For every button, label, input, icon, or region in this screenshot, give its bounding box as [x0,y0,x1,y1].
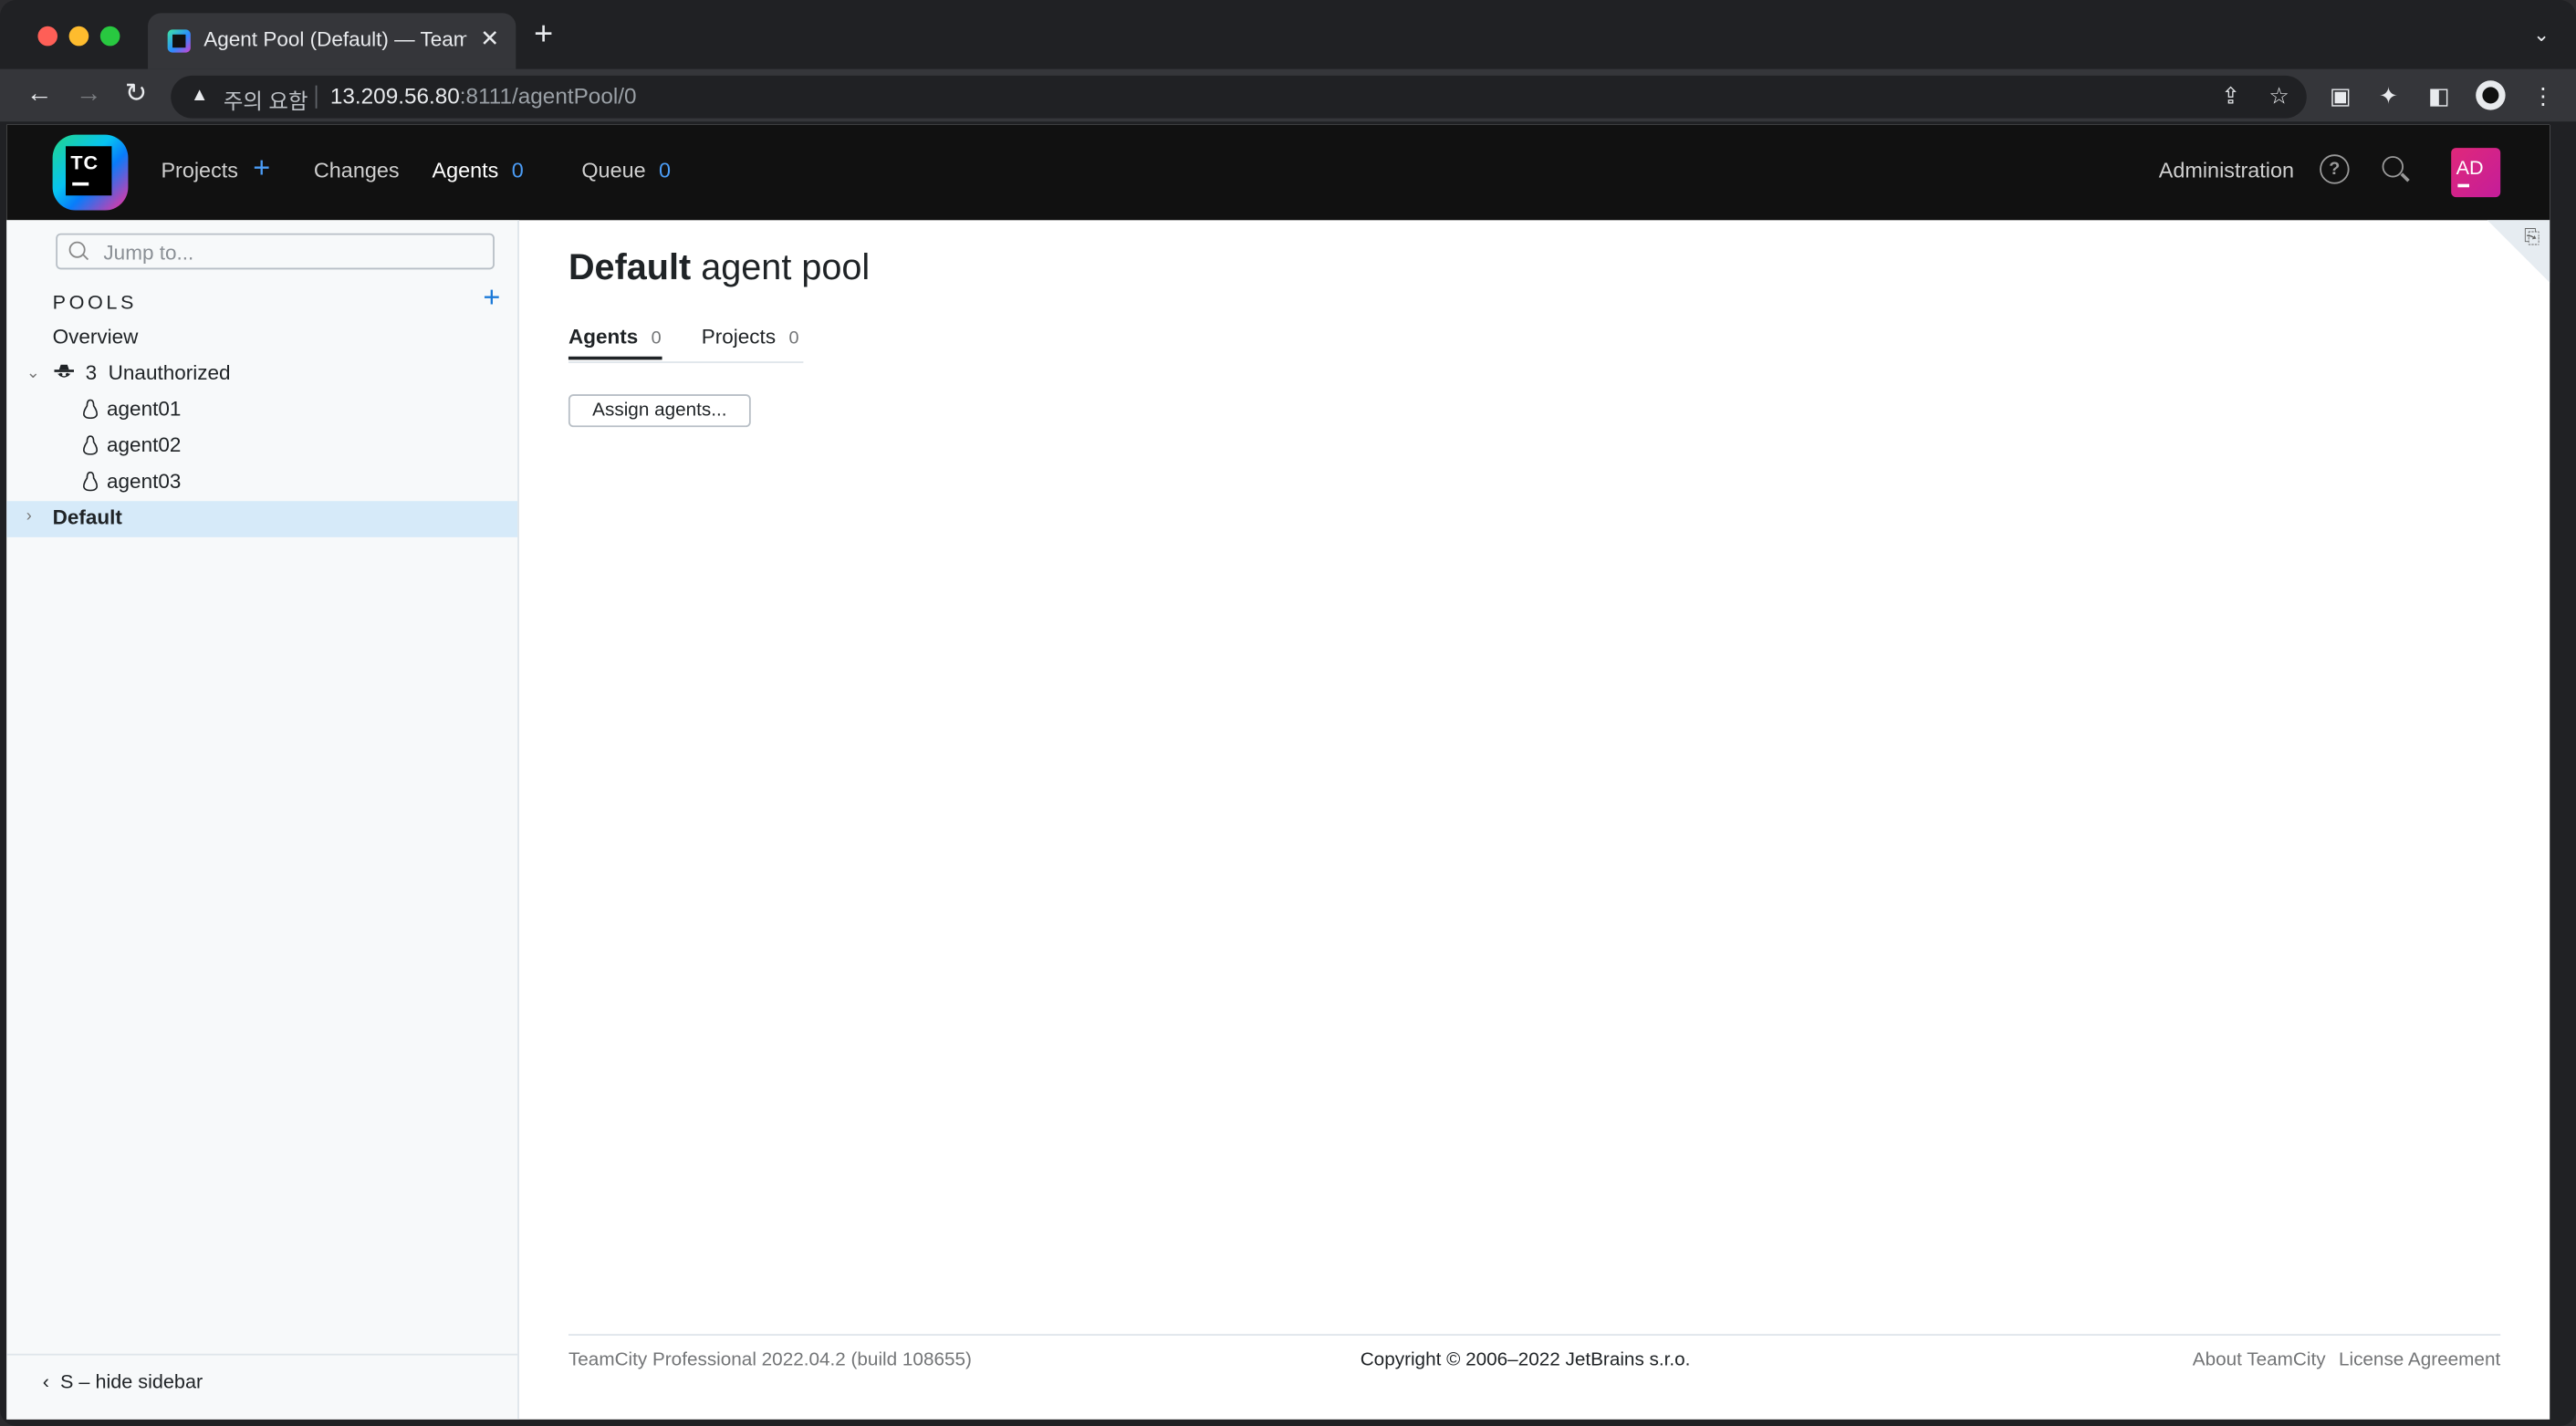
nav-agents-label: Agents [432,157,499,182]
search-icon[interactable] [2382,156,2404,178]
sidebar-item-agent03[interactable]: agent03 [107,470,181,493]
browser-tab[interactable]: Agent Pool (Default) — TeamCity ✕ [148,13,516,69]
browser-window: Agent Pool (Default) — TeamCity ✕ + ⌄ ← … [0,0,2576,1426]
puzzle-extensions-icon[interactable]: ✦ [2379,82,2398,109]
linux-icon [83,435,99,455]
active-tab-indicator [568,356,662,360]
chevron-right-icon[interactable]: › [26,507,32,526]
add-pool-icon[interactable]: + [483,281,500,316]
nav-changes[interactable]: Changes [314,158,400,182]
sidebar: POOLS + Overview ⌄ 3 Unauthorized agent0… [6,220,519,1420]
tab-agents-label: Agents [568,325,639,349]
terminal-link-icon[interactable]: ⎘ [2524,225,2539,250]
url-text[interactable]: 13.209.56.80:8111/agentPool/0 [330,84,637,109]
maximize-window-button[interactable] [99,26,120,47]
page-title: Default agent pool [568,246,870,289]
jump-to-field[interactable] [56,233,495,270]
warning-icon[interactable]: ▲ [191,86,209,106]
linux-icon [83,471,99,492]
chevron-down-icon[interactable]: ⌄ [26,365,40,383]
default-pool-label: Default [52,505,122,529]
nav-queue-label: Queue [581,157,646,182]
profile-avatar[interactable] [2476,80,2506,110]
tab-projects-count: 0 [788,328,799,349]
back-icon[interactable]: ← [26,78,53,111]
pools-heading: POOLS [52,290,138,314]
extension-icon[interactable]: ▣ [2330,82,2352,109]
forward-icon[interactable]: → [76,78,102,111]
nav-agents[interactable]: Agents 0 [433,158,524,182]
avatar-underscore [2457,183,2470,187]
url-host: 13.209.56.80 [329,83,460,109]
main-content: ⎘ Default agent pool Agents 0 Projects 0 A… [519,220,2550,1420]
close-window-button[interactable] [37,26,58,47]
pool-tabs: Agents 0 Projects 0 [568,326,804,363]
corner-fold [2487,220,2550,283]
hide-sidebar-label: S – hide sidebar [60,1369,203,1393]
tab-projects-label: Projects [701,325,777,349]
sidebar-footer: ‹ S – hide sidebar [6,1353,518,1420]
chevron-left-icon: ‹ [42,1369,50,1393]
footer-links: About TeamCity License Agreement [2179,1350,2500,1370]
browser-menu-icon[interactable]: ⋮ [2531,82,2554,109]
hide-sidebar-button[interactable]: ‹ S – hide sidebar [43,1370,203,1393]
app-header: TC Projects + Changes Agents 0 Queue 0 Adm… [6,124,2550,221]
tab-projects[interactable]: Projects 0 [702,326,799,349]
tab-agents[interactable]: Agents 0 [568,326,662,349]
page-title-rest: agent pool [701,246,871,288]
user-avatar[interactable]: AD [2451,148,2501,198]
share-icon[interactable]: ⇪ [2221,82,2240,110]
jump-to-input[interactable] [99,236,485,270]
bookmark-star-icon[interactable]: ☆ [2268,82,2289,110]
tab-search-icon[interactable]: ⌄ [2533,23,2550,46]
browser-toolbar: ← → ↻ ▲ 주의 요함 13.209.56.80:8111/agentPoo… [0,68,2576,122]
side-panel-icon[interactable]: ◧ [2428,82,2450,109]
security-warning[interactable]: 주의 요함 [224,84,308,115]
unauthorized-label: Unauthorized [108,361,231,385]
address-bar[interactable]: ▲ 주의 요함 13.209.56.80:8111/agentPool/0 ⇪ … [171,75,2307,119]
url-path: :8111/agentPool/0 [459,83,637,109]
logo-underscore [72,182,89,186]
tab-title: Agent Pool (Default) — TeamCity [203,27,467,51]
page-title-bold: Default [568,246,692,288]
copyright: Copyright © 2006–2022 JetBrains s.r.o. [1360,1350,1691,1370]
minimize-window-button[interactable] [68,26,89,47]
new-tab-button[interactable]: + [534,18,553,51]
nav-queue-count: 0 [659,157,672,182]
teamcity-app: TC Projects + Changes Agents 0 Queue 0 Adm… [6,124,2550,1420]
tab-strip: Agent Pool (Default) — TeamCity ✕ + ⌄ [0,0,2576,69]
nav-projects[interactable]: Projects + [161,151,270,184]
page-footer: TeamCity Professional 2022.04.2 (build 1… [568,1334,2500,1370]
search-icon [68,241,86,258]
sidebar-item-overview[interactable]: Overview [53,326,139,349]
assign-agents-button[interactable]: Assign agents... [568,394,751,428]
logo-mark: TC [66,146,112,196]
about-teamcity-link[interactable]: About TeamCity [2193,1350,2326,1370]
close-tab-icon[interactable]: ✕ [480,25,499,53]
unauthorized-agents-icon [54,364,75,378]
nav-queue[interactable]: Queue 0 [581,158,671,182]
linux-icon [83,399,99,420]
help-icon[interactable]: ? [2320,154,2350,184]
version-info: TeamCity Professional 2022.04.2 (build 1… [568,1350,972,1370]
nav-administration[interactable]: Administration [2159,158,2294,182]
reload-icon[interactable]: ↻ [125,78,147,111]
sidebar-item-agent02[interactable]: agent02 [107,433,181,456]
sidebar-item-unauthorized[interactable]: 3 Unauthorized [86,361,231,384]
tab-agents-count: 0 [651,328,662,349]
teamcity-favicon-icon [167,29,191,53]
omnibox-divider [315,85,318,109]
avatar-initials: AD [2456,156,2484,180]
add-project-icon[interactable]: + [253,151,270,186]
teamcity-logo[interactable]: TC [52,134,129,211]
nav-agents-count: 0 [511,157,524,182]
sidebar-item-agent01[interactable]: agent01 [107,398,181,421]
nav-projects-label: Projects [161,157,239,182]
sidebar-item-default[interactable]: › Default [6,501,518,537]
license-agreement-link[interactable]: License Agreement [2339,1350,2500,1370]
logo-text: TC [70,151,99,174]
unauthorized-count: 3 [85,361,98,385]
